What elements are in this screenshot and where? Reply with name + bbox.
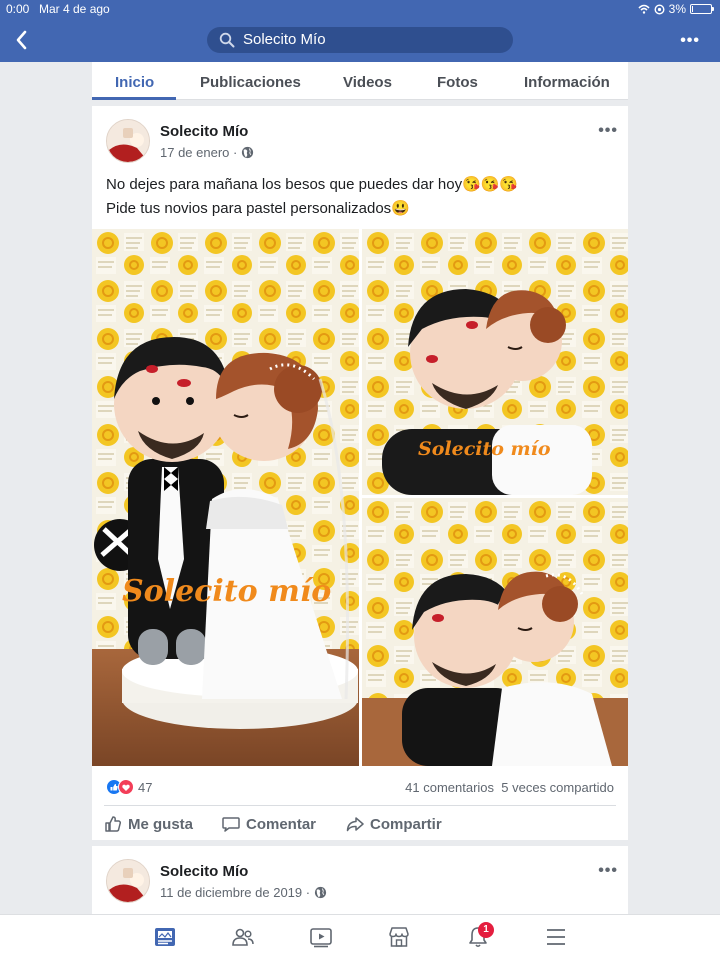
photo-grid: Solecito mío Solecito mío — [92, 229, 628, 766]
notification-badge: 1 — [478, 922, 494, 938]
cake-topper-photo: Solecito mío — [92, 229, 359, 766]
more-options-button[interactable]: ••• — [680, 32, 700, 50]
tab-publicaciones[interactable]: Publicaciones — [200, 74, 301, 91]
post-meta: 17 de enero · — [160, 145, 254, 160]
globe-icon — [242, 146, 254, 159]
avatar-image — [107, 860, 149, 902]
like-button[interactable]: Me gusta — [104, 815, 193, 833]
post-options-button[interactable]: ••• — [598, 862, 618, 880]
comment-label: Comentar — [246, 815, 317, 833]
active-tab-indicator — [92, 97, 176, 100]
shares-count[interactable]: 5 veces compartido — [501, 780, 614, 795]
back-button[interactable] — [10, 28, 34, 52]
battery-percent: 3% — [668, 2, 686, 16]
search-bar[interactable]: Solecito Mío — [207, 27, 513, 53]
like-love-reactions-icon[interactable] — [106, 779, 136, 795]
bottom-nav: 1 — [0, 914, 720, 960]
globe-icon — [314, 886, 327, 899]
friends-icon — [232, 928, 254, 946]
news-feed-icon — [155, 928, 175, 946]
status-time: 0:00 — [6, 2, 30, 16]
post-card: Solecito Mío 17 de enero · ••• No dejes … — [92, 106, 628, 840]
watermark-text: Solecito mío — [418, 438, 551, 460]
post-text-line: No dejes para mañana los besos que puede… — [106, 176, 519, 193]
nav-watch[interactable] — [309, 925, 333, 949]
tab-inicio[interactable]: Inicio — [115, 74, 154, 91]
cake-topper-photo — [362, 498, 628, 766]
tab-fotos[interactable]: Fotos — [437, 74, 478, 91]
reactions-count[interactable]: 47 — [138, 780, 152, 795]
status-right: 3% — [638, 2, 714, 16]
post-text-line: Pide tus novios para pastel personalizad… — [106, 200, 410, 217]
post-author[interactable]: Solecito Mío — [160, 123, 248, 140]
location-lock-icon — [654, 3, 665, 15]
status-date: Mar 4 de ago — [39, 2, 110, 16]
share-icon — [346, 817, 364, 832]
menu-icon — [547, 929, 565, 945]
reactions-bar: 47 41 comentarios 5 veces compartido — [106, 778, 614, 798]
page-tabs: Inicio Publicaciones Videos Fotos Inform… — [92, 62, 628, 100]
avatar[interactable] — [106, 119, 150, 163]
battery-level — [692, 6, 693, 12]
top-bar: 0:00 Mar 4 de ago 3% Solecito Mío ••• — [0, 0, 720, 62]
status-bar: 0:00 Mar 4 de ago 3% — [0, 0, 720, 18]
nav-marketplace[interactable] — [387, 925, 411, 949]
nav-friends[interactable] — [231, 925, 255, 949]
post-photo-main[interactable]: Solecito mío — [92, 229, 359, 766]
nav-menu[interactable] — [544, 925, 568, 949]
share-label: Compartir — [370, 815, 442, 833]
comments-count[interactable]: 41 comentarios — [405, 780, 494, 795]
cake-topper-photo: Solecito mío — [362, 229, 628, 495]
battery-icon — [690, 4, 714, 14]
post-author[interactable]: Solecito Mío — [160, 863, 248, 880]
share-button[interactable]: Compartir — [346, 815, 442, 833]
comment-icon — [222, 817, 240, 832]
marketplace-icon — [389, 927, 409, 947]
wifi-icon — [638, 4, 650, 14]
like-label: Me gusta — [128, 815, 194, 833]
post-photo-bottom-right[interactable] — [362, 498, 628, 766]
post-text: No dejes para mañana los besos que puede… — [106, 173, 606, 221]
watermark-text: Solecito mío — [122, 574, 331, 609]
search-icon — [219, 32, 235, 48]
thumbs-up-icon — [105, 816, 122, 832]
post-options-button[interactable]: ••• — [598, 122, 618, 140]
tab-informacion[interactable]: Información — [524, 74, 610, 91]
post-meta: 11 de diciembre de 2019 · — [160, 885, 327, 900]
avatar[interactable] — [106, 859, 150, 903]
comments-shares: 41 comentarios 5 veces compartido — [405, 780, 614, 795]
chevron-left-icon — [16, 30, 27, 50]
post-photo-top-right[interactable]: Solecito mío — [362, 229, 628, 495]
watch-icon — [310, 928, 332, 948]
post-date[interactable]: 11 de diciembre de 2019 · — [160, 885, 310, 900]
comment-button[interactable]: Comentar — [222, 815, 316, 833]
avatar-image — [107, 120, 149, 162]
post-actions: Me gusta Comentar Compartir — [92, 806, 628, 840]
search-text: Solecito Mío — [243, 31, 326, 48]
post-date[interactable]: 17 de enero · — [160, 145, 237, 160]
tab-videos[interactable]: Videos — [343, 74, 392, 91]
nav-news-feed[interactable] — [153, 925, 177, 949]
